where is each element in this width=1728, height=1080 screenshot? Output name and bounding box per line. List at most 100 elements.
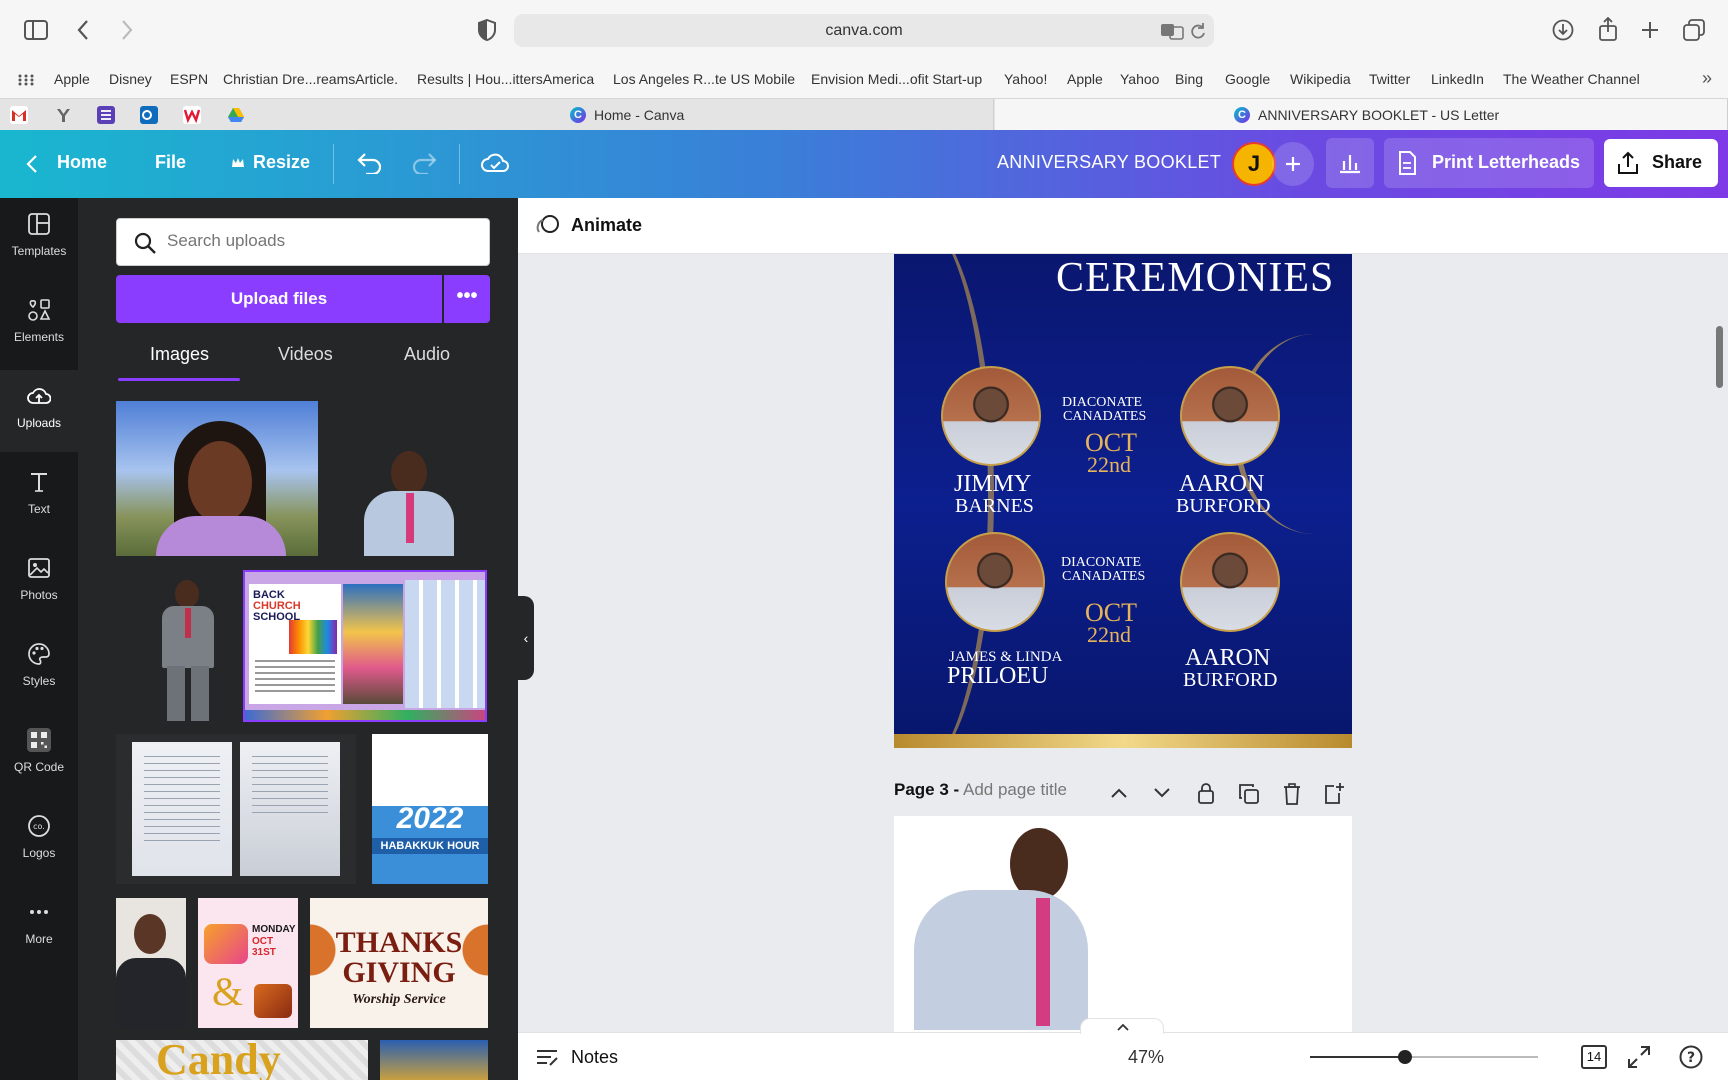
gmail-icon[interactable] <box>10 106 28 124</box>
google-drive-icon[interactable] <box>227 106 245 124</box>
redo-icon[interactable] <box>411 152 437 174</box>
upload-files-button[interactable]: Upload files <box>116 275 442 323</box>
search-box[interactable] <box>116 218 490 266</box>
upload-thumb-back-to-church-school[interactable]: BACK CHURCH SCHOOL <box>243 570 487 722</box>
help-icon[interactable]: ? <box>1679 1045 1703 1069</box>
bookmark-apple-2[interactable]: Apple <box>1067 71 1103 87</box>
bookmark-disney[interactable]: Disney <box>109 71 152 87</box>
rail-label: Text <box>27 502 50 516</box>
cloud-saved-icon[interactable] <box>481 152 509 174</box>
share-page-icon[interactable] <box>1598 17 1618 41</box>
upload-thumb-man-cutout[interactable] <box>359 441 459 556</box>
file-menu[interactable]: File <box>155 152 186 173</box>
search-input[interactable] <box>167 231 467 251</box>
avatar[interactable]: J <box>1232 142 1276 186</box>
show-pages-button[interactable] <box>1080 1018 1164 1034</box>
translate-icon[interactable] <box>1160 22 1184 40</box>
tab-overview-icon[interactable] <box>1683 19 1705 41</box>
chevron-up-icon[interactable] <box>1111 788 1127 798</box>
shield-icon[interactable] <box>478 19 496 41</box>
notes-pin-icon[interactable] <box>97 106 115 124</box>
bookmark-bing[interactable]: Bing <box>1175 71 1203 87</box>
block-line-2: CANADATES <box>1063 409 1147 424</box>
duplicate-icon[interactable] <box>1239 784 1259 804</box>
page-count-button[interactable]: 14 <box>1581 1045 1607 1069</box>
bookmark-linkedin[interactable]: LinkedIn <box>1431 71 1484 87</box>
upload-thumb-candy-banner[interactable]: Candy <box>116 1040 368 1080</box>
upload-thumb-thanksgiving-worship[interactable]: THANKS GIVING Worship Service <box>310 898 488 1028</box>
tab-home-canva[interactable]: C Home - Canva <box>258 99 994 131</box>
notes-button[interactable]: Notes <box>571 1047 618 1068</box>
reload-icon[interactable] <box>1190 22 1206 40</box>
back-icon[interactable] <box>76 19 90 41</box>
address-bar[interactable]: canva.com <box>514 14 1214 47</box>
bookmark-christian-dreams[interactable]: Christian Dre...reamsArticle. <box>223 71 398 87</box>
document-title[interactable]: ANNIVERSARY BOOKLET <box>997 152 1221 173</box>
zoom-level[interactable]: 47% <box>1128 1047 1164 1068</box>
page3-man-photo[interactable] <box>914 828 1088 1030</box>
bookmark-envision[interactable]: Envision Medi...ofit Start-up <box>811 71 982 87</box>
yahoo-pin-icon[interactable] <box>55 106 73 124</box>
upload-thumb-man-suit[interactable] <box>148 576 228 721</box>
downloads-icon[interactable] <box>1552 19 1574 41</box>
fullscreen-icon[interactable] <box>1628 1046 1650 1068</box>
forward-icon[interactable] <box>120 19 134 41</box>
walgreens-icon[interactable] <box>183 106 201 124</box>
tab-videos[interactable]: Videos <box>278 344 333 365</box>
lock-icon[interactable] <box>1197 782 1215 804</box>
bookmark-apple[interactable]: Apple <box>54 71 90 87</box>
share-button[interactable]: Share <box>1604 139 1718 187</box>
new-tab-icon[interactable] <box>1640 20 1660 40</box>
design-page-2[interactable]: CEREMONIES JIMMY BARNES AARON BURFORD DI… <box>894 254 1352 748</box>
home-link[interactable]: Home <box>57 152 107 173</box>
vertical-scrollbar[interactable] <box>1716 326 1723 388</box>
upload-thumb-habakkuk-hour[interactable]: 2022 HABAKKUK HOUR <box>372 734 488 884</box>
trash-icon[interactable] <box>1283 783 1301 805</box>
rail-item-qr-code[interactable]: QR Code <box>0 714 78 796</box>
upload-more-button[interactable]: ••• <box>444 275 490 323</box>
insights-button[interactable] <box>1326 138 1374 188</box>
zoom-slider-handle[interactable] <box>1398 1050 1412 1064</box>
bookmark-yahoo-exclaim[interactable]: Yahoo! <box>1004 71 1047 87</box>
bookmark-espn[interactable]: ESPN <box>170 71 208 87</box>
undo-icon[interactable] <box>357 152 383 174</box>
add-collaborator-button[interactable] <box>1272 142 1314 186</box>
upload-thumb-man-jacket[interactable] <box>116 898 186 1028</box>
tab-anniversary-booklet[interactable]: C ANNIVERSARY BOOKLET - US Letter <box>995 99 1728 131</box>
rail-item-logos[interactable]: co. Logos <box>0 800 78 882</box>
collapse-panel-button[interactable]: ‹ <box>518 596 534 680</box>
rail-label: Styles <box>22 674 56 688</box>
bookmark-yahoo[interactable]: Yahoo <box>1120 71 1159 87</box>
bookmark-los-angeles[interactable]: Los Angeles R...te US Mobile <box>613 71 795 87</box>
resize-button[interactable]: Resize <box>253 152 310 173</box>
bookmark-google[interactable]: Google <box>1225 71 1270 87</box>
rail-item-uploads[interactable]: Uploads <box>0 370 78 452</box>
tab-images[interactable]: Images <box>150 344 209 365</box>
chevron-left-icon[interactable] <box>26 154 38 174</box>
print-letterheads-button[interactable]: Print Letterheads <box>1384 138 1594 188</box>
animate-button[interactable]: Animate <box>571 215 642 236</box>
bookmarks-overflow-icon[interactable]: » <box>1702 68 1712 89</box>
design-page-3[interactable] <box>894 816 1352 1032</box>
apps-grid-icon[interactable] <box>18 74 34 86</box>
upload-thumb-candy-crush[interactable]: MONDAY OCT 31ST & <box>198 898 298 1028</box>
rail-item-photos[interactable]: Photos <box>0 542 78 624</box>
rail-item-elements[interactable]: Elements <box>0 284 78 366</box>
bookmark-twitter[interactable]: Twitter <box>1369 71 1410 87</box>
bookmark-results[interactable]: Results | Hou...ittersAmerica <box>417 71 594 87</box>
rail-item-templates[interactable]: Templates <box>0 198 78 280</box>
sidebar-toggle-icon[interactable] <box>24 20 48 40</box>
rail-item-styles[interactable]: Styles <box>0 628 78 710</box>
upload-thumb-event-photo[interactable] <box>380 1040 488 1080</box>
bookmark-wikipedia[interactable]: Wikipedia <box>1290 71 1351 87</box>
upload-thumb-conference-schedule[interactable] <box>116 734 356 884</box>
rail-item-text[interactable]: Text <box>0 456 78 538</box>
page-title-input[interactable]: Add page title <box>963 780 1067 799</box>
add-page-icon[interactable] <box>1325 782 1345 804</box>
tab-audio[interactable]: Audio <box>404 344 450 365</box>
upload-thumb-woman-portrait[interactable] <box>116 401 318 556</box>
chevron-down-icon[interactable] <box>1154 788 1170 798</box>
rail-item-more[interactable]: More <box>0 886 78 968</box>
bookmark-weather-channel[interactable]: The Weather Channel <box>1503 71 1640 87</box>
outlook-icon[interactable] <box>140 106 158 124</box>
